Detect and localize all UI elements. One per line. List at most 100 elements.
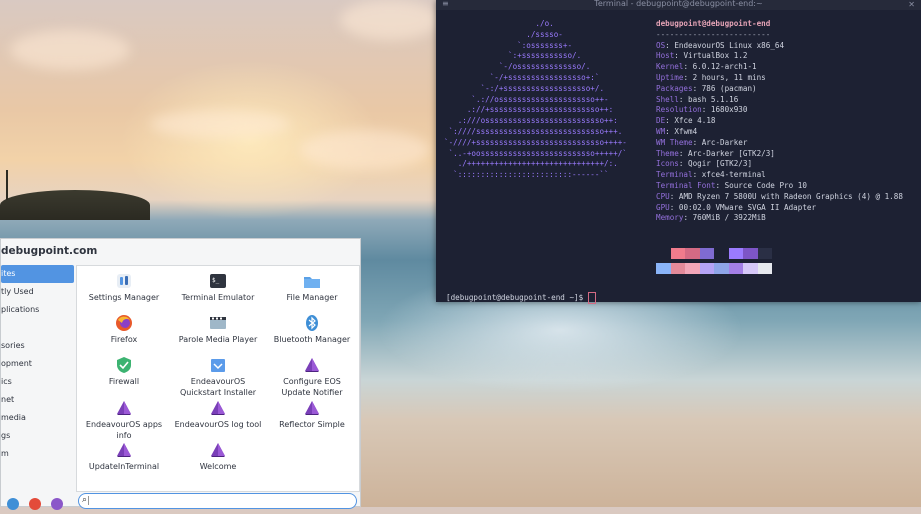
info-value: AMD Ryzen 7 5800U with Radeon Graphics (… xyxy=(678,191,903,201)
info-line: WM Theme: Arc-Darker xyxy=(656,137,748,147)
info-key: Terminal Font xyxy=(656,180,716,190)
info-value: 6.0.12-arch1-1 xyxy=(692,62,757,72)
power-icon[interactable] xyxy=(29,498,41,510)
color-swatch xyxy=(670,262,685,274)
terminal-window[interactable]: ≡ Terminal - debugpoint@debugpoint-end:~… xyxy=(436,0,921,304)
color-swatch xyxy=(714,262,729,274)
info-key: WM Theme xyxy=(656,137,693,147)
user-host: debugpoint@debugpoint-end xyxy=(656,19,771,28)
close-icon[interactable]: ✕ xyxy=(908,1,915,9)
info-key: Kernel xyxy=(656,62,684,72)
info-key: WM xyxy=(656,126,666,136)
app-label: Firewall xyxy=(108,377,140,386)
app-label: Firefox xyxy=(110,335,138,344)
menu-username: debugpoint.com xyxy=(1,245,98,257)
endeavouros-icon xyxy=(115,399,133,417)
info-value: xfce4-terminal xyxy=(701,170,766,180)
app-label: Configure EOS Update Notifier xyxy=(281,377,343,397)
category-item[interactable]: opment xyxy=(1,355,74,373)
category-item[interactable]: tly Used xyxy=(1,283,74,301)
app-label: Settings Manager xyxy=(88,293,160,302)
wallpaper-island xyxy=(0,190,150,220)
wallpaper-palm xyxy=(6,170,8,200)
app-label: Terminal Emulator xyxy=(181,293,255,302)
category-item[interactable]: m xyxy=(1,445,74,463)
app-launcher[interactable]: $_ Terminal Emulator xyxy=(171,272,265,303)
app-launcher[interactable]: Reflector Simple xyxy=(265,399,359,430)
app-launcher[interactable]: Firewall xyxy=(77,356,171,387)
info-line: GPU: 00:02.0 VMware SVGA II Adapter xyxy=(656,202,817,212)
shell-prompt[interactable]: [debugpoint@debugpoint-end ~]$ xyxy=(446,292,596,304)
info-line: Terminal Font: Source Code Pro 10 xyxy=(656,180,807,190)
app-launcher[interactable]: UpdateInTerminal xyxy=(77,441,171,472)
category-item[interactable]: ites xyxy=(1,265,74,283)
app-label: EndeavourOS Quickstart Installer xyxy=(179,377,257,397)
color-swatch xyxy=(757,262,772,274)
bluetooth-icon xyxy=(303,314,321,332)
svg-text:$_: $_ xyxy=(212,277,220,284)
text-cursor xyxy=(587,292,596,304)
info-key: Shell xyxy=(656,94,679,104)
info-key: Resolution xyxy=(656,105,702,115)
app-launcher[interactable]: Bluetooth Manager xyxy=(265,314,359,345)
app-launcher[interactable]: EndeavourOS apps info xyxy=(77,399,171,441)
color-swatch xyxy=(685,248,700,259)
info-line: Kernel: 6.0.12-arch1-1 xyxy=(656,62,757,72)
endeavouros-icon xyxy=(303,356,321,374)
info-key: DE xyxy=(656,116,666,126)
logout-icon[interactable] xyxy=(51,498,63,510)
app-launcher[interactable]: Settings Manager xyxy=(77,272,171,303)
category-item[interactable]: gs xyxy=(1,427,74,445)
app-launcher[interactable]: EndeavourOS log tool xyxy=(171,399,265,430)
app-launcher[interactable]: Parole Media Player xyxy=(171,314,265,345)
app-label: Welcome xyxy=(199,462,237,471)
category-item[interactable]: media xyxy=(1,409,74,427)
color-swatch xyxy=(670,248,685,259)
prompt-text: [debugpoint@debugpoint-end ~]$ xyxy=(446,293,588,302)
category-item[interactable]: ics xyxy=(1,373,74,391)
app-launcher[interactable]: Welcome xyxy=(171,441,265,472)
endeavouros-ascii-logo: ./o. ./sssso- `:osssssss+- `:+ssssssssss… xyxy=(444,19,627,180)
wallpaper-cloud xyxy=(150,110,290,138)
endeavouros-icon xyxy=(115,441,133,459)
endeavouros-icon xyxy=(209,399,227,417)
category-item[interactable]: net xyxy=(1,391,74,409)
color-swatch xyxy=(714,248,729,259)
info-value: EndeavourOS Linux x86_64 xyxy=(674,40,785,50)
info-value: Xfce 4.18 xyxy=(674,116,716,126)
wallpaper-cloud xyxy=(300,130,430,170)
info-line: Uptime: 2 hours, 11 mins xyxy=(656,72,766,82)
app-launcher[interactable]: EndeavourOS Quickstart Installer xyxy=(171,356,265,398)
info-key: Packages xyxy=(656,83,693,93)
category-item[interactable]: plications xyxy=(1,301,74,319)
window-menu-icon[interactable]: ≡ xyxy=(442,0,449,8)
app-grid[interactable]: Settings Manager $_ Terminal Emulator File … xyxy=(76,265,360,492)
terminal-titlebar[interactable]: ≡ Terminal - debugpoint@debugpoint-end:~… xyxy=(436,0,921,10)
app-launcher[interactable]: Configure EOS Update Notifier xyxy=(265,356,359,398)
settings-icon[interactable] xyxy=(7,498,19,510)
info-key: Memory xyxy=(656,213,684,223)
info-key: Icons xyxy=(656,159,679,169)
neofetch-info: debugpoint@debugpoint-end --------------… xyxy=(656,19,903,224)
info-key: Theme xyxy=(656,148,679,158)
category-list[interactable]: ites tly Used plications sories opment ics net… xyxy=(1,265,74,463)
info-line: Resolution: 1680x930 xyxy=(656,105,748,115)
application-menu[interactable]: debugpoint.com ites tly Used plications sor… xyxy=(0,238,361,510)
info-key: GPU xyxy=(656,202,670,212)
wallpaper-cloud xyxy=(340,0,440,40)
info-separator: ------------------------- xyxy=(656,29,771,39)
app-launcher[interactable]: File Manager xyxy=(265,272,359,303)
color-swatch xyxy=(743,262,758,274)
category-item[interactable]: sories xyxy=(1,337,74,355)
info-line: CPU: AMD Ryzen 7 5800U with Radeon Graph… xyxy=(656,191,903,201)
info-value: VirtualBox 1.2 xyxy=(683,51,748,61)
search-caret: | xyxy=(87,496,91,506)
app-launcher[interactable]: Firefox xyxy=(77,314,171,345)
category-item[interactable] xyxy=(1,319,74,337)
info-line: Host: VirtualBox 1.2 xyxy=(656,51,748,61)
info-value: 1680x930 xyxy=(710,105,748,115)
menu-action-icons[interactable] xyxy=(7,495,73,514)
app-label: Parole Media Player xyxy=(178,335,258,344)
settings-manager-icon xyxy=(115,272,133,290)
color-swatch xyxy=(728,262,743,274)
